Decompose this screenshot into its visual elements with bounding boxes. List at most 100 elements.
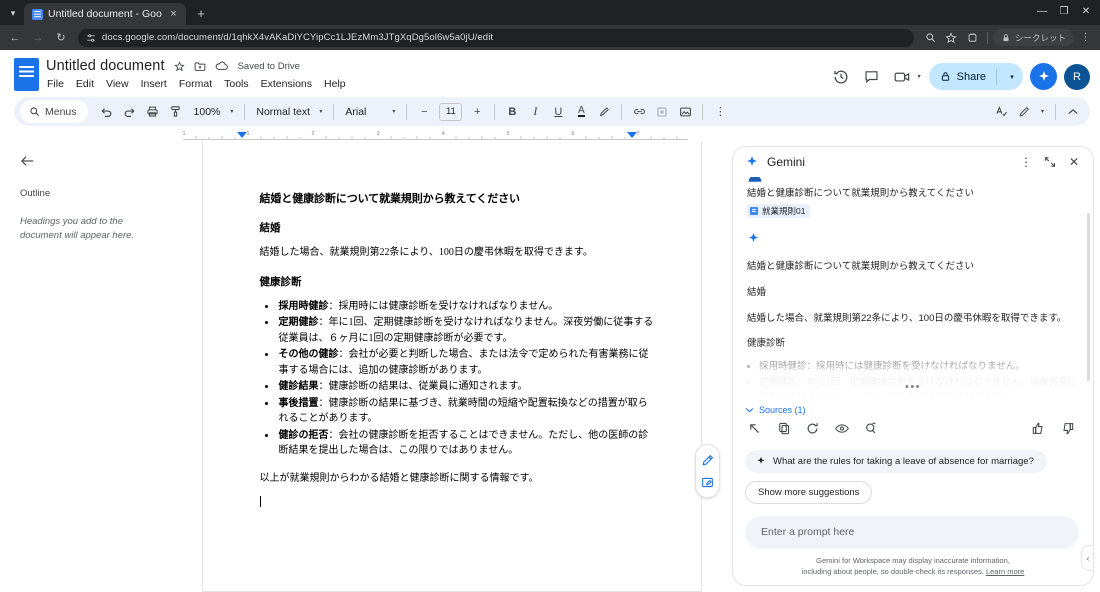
- tab-search-chevron-icon[interactable]: ▾: [2, 2, 24, 24]
- user-source-chip[interactable]: 就業規則01: [747, 204, 811, 219]
- paint-format-icon[interactable]: [165, 101, 187, 123]
- doc-closing-paragraph: 以上が就業規則からわかる結婚と健康診断に関する情報です。: [259, 472, 539, 484]
- gemini-more-options-icon[interactable]: ⋮: [1015, 151, 1037, 173]
- version-history-icon[interactable]: [828, 64, 854, 90]
- font-size-input[interactable]: 11: [439, 102, 463, 121]
- gemini-spark-icon[interactable]: [1030, 63, 1057, 90]
- sources-toggle[interactable]: Sources (1): [733, 399, 1093, 417]
- gemini-disclaimer: Gemini for Workspace may display inaccur…: [733, 553, 1093, 586]
- document-outline-panel: Outline Headings you add to the document…: [0, 142, 175, 592]
- highlight-pen-icon[interactable]: [593, 101, 615, 123]
- show-more-suggestions-button[interactable]: Show more suggestions: [745, 480, 873, 504]
- gemini-side-panel: Gemini ⋮ ✕ 結婚と健康診断について就業規則から教えてください 就業規則…: [732, 146, 1094, 586]
- zoom-level-label[interactable]: 100%: [188, 106, 225, 118]
- link-icon[interactable]: [628, 101, 650, 123]
- gemini-scrollbar[interactable]: [1087, 213, 1090, 381]
- browser-menu-icon[interactable]: ⋮: [1076, 28, 1095, 47]
- source-doc-icon: [750, 207, 758, 216]
- image-edit-icon[interactable]: [698, 472, 718, 492]
- prompt-input[interactable]: Enter a prompt here: [745, 515, 1079, 549]
- toolbar-more-button[interactable]: ⋮: [709, 101, 731, 123]
- editing-pen-icon[interactable]: [1013, 101, 1035, 123]
- spellcheck-icon[interactable]: [990, 101, 1012, 123]
- response-section2-title: 健康診断: [747, 338, 786, 350]
- collapse-panel-button[interactable]: ‹: [1081, 545, 1093, 571]
- address-bar[interactable]: docs.google.com/document/d/1qhkX4vAKaDiY…: [78, 28, 914, 47]
- comment-icon[interactable]: [859, 64, 885, 90]
- document-page[interactable]: 結婚と健康診断について就業規則から教えてください 結婚 結婚した場合、就業規則第…: [201, 142, 702, 592]
- editing-mode-chevron-down-icon[interactable]: ▾: [1036, 108, 1049, 115]
- italic-button[interactable]: I: [524, 101, 546, 123]
- back-arrow-icon[interactable]: [20, 154, 35, 171]
- reload-button[interactable]: ↻: [51, 28, 71, 48]
- menu-extensions[interactable]: Extensions: [260, 77, 313, 91]
- text-color-button[interactable]: A: [570, 101, 592, 123]
- toolbar-divider-5: [621, 103, 623, 120]
- incognito-label: シークレット: [1014, 32, 1066, 43]
- learn-more-link[interactable]: Learn more: [986, 567, 1024, 576]
- site-settings-icon[interactable]: [86, 33, 96, 43]
- menu-edit[interactable]: Edit: [75, 77, 95, 91]
- underline-button[interactable]: U: [547, 101, 569, 123]
- bookmark-star-icon[interactable]: [942, 28, 961, 47]
- edit-pen-icon[interactable]: [698, 450, 718, 470]
- zoom-icon[interactable]: [921, 28, 940, 47]
- menu-view[interactable]: View: [105, 77, 130, 91]
- bullet-term: 採用時健診: [278, 300, 329, 312]
- browser-tab[interactable]: Untitled document - Google I ×: [24, 3, 186, 25]
- list-item: 採用時健診：採用時には健康診断を受けなければなりません。: [277, 299, 655, 315]
- avatar[interactable]: R: [1064, 63, 1090, 90]
- tab-close-icon[interactable]: ×: [167, 8, 180, 21]
- copy-icon[interactable]: [774, 419, 793, 438]
- suggestion-chip[interactable]: What are the rules for taking a leave of…: [745, 449, 1047, 473]
- style-chevron-down-icon[interactable]: ▾: [314, 108, 327, 115]
- meet-camera-icon[interactable]: [890, 64, 916, 90]
- add-comment-icon[interactable]: [651, 101, 673, 123]
- thumbs-up-icon[interactable]: [1029, 419, 1048, 438]
- font-chevron-down-icon[interactable]: ▾: [387, 108, 400, 115]
- window-maximize-button[interactable]: ❐: [1054, 2, 1074, 20]
- share-button[interactable]: Share ▾: [928, 63, 1023, 90]
- menu-format[interactable]: Format: [178, 77, 213, 91]
- menus-search-button[interactable]: Menus: [20, 100, 88, 123]
- zoom-chevron-down-icon[interactable]: ▾: [225, 108, 238, 115]
- preview-eye-icon[interactable]: [832, 419, 851, 438]
- increase-font-size-button[interactable]: +: [466, 101, 488, 123]
- incognito-indicator[interactable]: シークレット: [992, 29, 1074, 46]
- meet-caret-icon[interactable]: ▾: [918, 73, 921, 80]
- insert-image-icon[interactable]: [674, 101, 696, 123]
- undo-icon[interactable]: [96, 101, 118, 123]
- expand-panel-icon[interactable]: [1039, 151, 1061, 173]
- redo-icon[interactable]: [119, 101, 141, 123]
- cloud-saved-icon[interactable]: [215, 61, 229, 71]
- window-close-button[interactable]: ✕: [1076, 2, 1096, 20]
- window-minimize-button[interactable]: —: [1032, 2, 1052, 20]
- extensions-icon[interactable]: [963, 28, 982, 47]
- gemini-conversation[interactable]: 結婚と健康診断について就業規則から教えてください 就業規則01 結婚と健康診断に…: [733, 177, 1093, 399]
- star-icon[interactable]: [173, 60, 185, 72]
- bold-button[interactable]: B: [501, 101, 523, 123]
- document-ruler[interactable]: 1 1 2 3 4 5 6 7: [0, 129, 1100, 142]
- collapse-toolbar-icon[interactable]: [1062, 101, 1084, 123]
- menu-file[interactable]: File: [46, 77, 65, 91]
- suggestion-label: What are the rules for taking a leave of…: [773, 455, 1034, 467]
- decrease-font-size-button[interactable]: −: [413, 101, 435, 123]
- thumbs-down-icon[interactable]: [1058, 419, 1077, 438]
- move-to-folder-icon[interactable]: [194, 61, 206, 72]
- search-related-icon[interactable]: [861, 419, 880, 438]
- back-button[interactable]: ←: [5, 28, 25, 48]
- refresh-icon[interactable]: [803, 419, 822, 438]
- insert-into-doc-icon[interactable]: [745, 419, 764, 438]
- print-icon[interactable]: [142, 101, 164, 123]
- share-chevron-down-icon[interactable]: ▾: [1003, 73, 1021, 81]
- menu-help[interactable]: Help: [323, 77, 347, 91]
- menu-tools[interactable]: Tools: [223, 77, 250, 91]
- document-title[interactable]: Untitled document: [46, 58, 165, 74]
- gemini-response-icon: [747, 232, 1079, 250]
- menu-insert[interactable]: Insert: [140, 77, 168, 91]
- font-family-select[interactable]: Arial: [340, 106, 386, 118]
- new-tab-button[interactable]: +: [190, 2, 212, 24]
- paragraph-style-select[interactable]: Normal text: [251, 106, 313, 118]
- google-docs-logo-icon[interactable]: [14, 58, 39, 91]
- close-icon[interactable]: ✕: [1063, 151, 1085, 173]
